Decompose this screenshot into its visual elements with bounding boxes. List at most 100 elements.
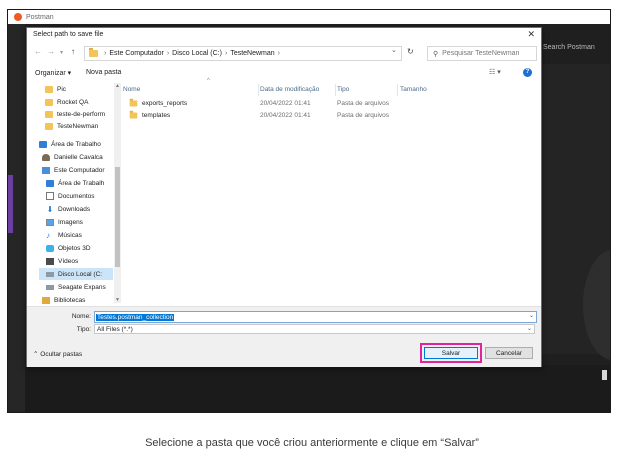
nav-item-label: Vídeos	[58, 257, 79, 265]
nav-item-label: teste-de-perform	[57, 110, 106, 118]
save-button[interactable]: Salvar	[424, 347, 478, 359]
nav-item[interactable]: TesteNewman	[45, 120, 98, 132]
view-options-icon[interactable]: ☷ ▾	[489, 68, 501, 76]
chevron-up-icon: ⌃	[33, 351, 39, 358]
nav-item-selected[interactable]: Disco Local (C:	[39, 268, 113, 280]
music-icon: ♪	[46, 230, 50, 240]
nav-item[interactable]: ♪ Músicas	[46, 229, 82, 241]
desktop-icon	[39, 140, 47, 148]
breadcrumb-item[interactable]: TesteNewman	[230, 50, 274, 57]
folder-icon	[129, 98, 138, 107]
nav-item[interactable]: ⬇ Downloads	[46, 203, 91, 215]
file-list: ^ Nome Data de modificação Tipo Tamanho …	[123, 78, 539, 306]
postman-bottom-panel	[25, 365, 610, 412]
video-icon	[46, 257, 54, 265]
scroll-up-icon[interactable]: ▲	[115, 83, 120, 89]
close-icon[interactable]: ✕	[527, 29, 535, 40]
caption: Selecione a pasta que você criou anterio…	[145, 437, 479, 449]
refresh-icon[interactable]: ↻	[407, 47, 414, 56]
nav-item[interactable]: Danielle Cavalca	[42, 151, 103, 163]
address-row: ← → ▾ ↑ › Este Computador › Disco Local …	[27, 44, 541, 62]
desktop-icon	[46, 179, 54, 187]
scroll-down-icon[interactable]: ▼	[115, 297, 120, 303]
hide-folders-label: Ocultar pastas	[40, 351, 83, 358]
dialog-footer: Nome: Testes.postman_collection ⌄ Tipo: …	[27, 306, 541, 367]
column-header-size[interactable]: Tamanho	[400, 86, 427, 93]
dialog-toolbar: Organizar ▾ Nova pasta ☷ ▾ ?	[27, 66, 541, 80]
column-header-type[interactable]: Tipo	[337, 86, 349, 93]
organize-button[interactable]: Organizar ▾	[35, 69, 71, 77]
nav-item[interactable]: Este Computador	[42, 164, 105, 176]
nav-item[interactable]: Pic	[45, 83, 66, 95]
back-arrow-icon[interactable]: ←	[34, 47, 42, 56]
library-icon	[42, 296, 50, 304]
new-folder-button[interactable]: Nova pasta	[86, 69, 121, 76]
save-file-dialog: Select path to save file ✕ ← → ▾ ↑ › Est…	[26, 27, 542, 367]
nav-item-label: Bibliotecas	[54, 296, 86, 304]
search-input[interactable]: ⚲ Pesquisar TesteNewman	[427, 46, 537, 61]
nav-item-label: Área de Trabalh	[58, 179, 105, 187]
nav-item[interactable]: Seagate Expans	[46, 281, 106, 293]
document-icon	[46, 192, 54, 200]
chevron-down-icon[interactable]: ⌄	[527, 325, 532, 332]
chevron-down-icon[interactable]: ⌄	[391, 46, 397, 54]
nav-item[interactable]: Documentos	[46, 190, 95, 202]
recent-dropdown-icon[interactable]: ▾	[60, 49, 63, 56]
filetype-select[interactable]: All Files (*.*) ⌄	[94, 324, 535, 334]
file-name: exports_reports	[142, 100, 188, 107]
folder-icon	[129, 110, 138, 119]
nav-item-label: Imagens	[58, 218, 83, 226]
filename-input[interactable]: Testes.postman_collection ⌄	[94, 311, 537, 323]
file-date: 20/04/2022 01:41	[260, 100, 311, 107]
hide-folders-toggle[interactable]: ⌃ Ocultar pastas	[33, 350, 82, 358]
search-icon: ⚲	[433, 50, 439, 58]
nav-item[interactable]: Vídeos	[46, 255, 78, 267]
nav-item-label: TesteNewman	[57, 122, 99, 130]
file-name: templates	[142, 112, 171, 119]
help-icon[interactable]: ?	[523, 68, 532, 77]
scrollbar-thumb[interactable]	[115, 167, 120, 267]
nav-item-label: Danielle Cavalca	[54, 153, 103, 161]
column-header-date[interactable]: Data de modificação	[260, 86, 319, 93]
nav-item[interactable]: Objetos 3D	[46, 242, 91, 254]
up-arrow-icon[interactable]: ↑	[71, 47, 75, 56]
navigation-scrollbar[interactable]: ▲ ▼	[114, 83, 121, 303]
column-header-name[interactable]: Nome	[123, 86, 140, 93]
user-icon	[42, 153, 50, 161]
column-divider[interactable]	[258, 84, 259, 96]
file-date: 20/04/2022 01:41	[260, 112, 311, 119]
nav-item[interactable]: teste-de-perform	[45, 108, 105, 120]
nav-item[interactable]: Imagens	[46, 216, 83, 228]
chevron-down-icon[interactable]: ⌄	[529, 312, 534, 319]
column-divider[interactable]	[397, 84, 398, 96]
file-row[interactable]: exports_reports 20/04/2022 01:41 Pasta d…	[123, 98, 423, 110]
breadcrumb-item[interactable]: Este Computador	[109, 50, 163, 57]
address-bar[interactable]: › Este Computador › Disco Local (C:) › T…	[84, 46, 402, 61]
nav-item-label: Downloads	[58, 205, 91, 213]
filetype-label: Tipo:	[76, 326, 91, 333]
nav-item-label: Documentos	[58, 192, 95, 200]
nav-item[interactable]: Rocket QA	[45, 96, 88, 108]
chevron-right-icon: ›	[166, 50, 170, 57]
image-icon	[46, 218, 54, 226]
nav-item-label: Objetos 3D	[58, 244, 91, 252]
nav-item-label: Disco Local (C:	[58, 270, 103, 278]
dialog-title: Select path to save file	[33, 31, 104, 38]
nav-item-label: Seagate Expans	[58, 283, 106, 291]
column-divider[interactable]	[335, 84, 336, 96]
chevron-right-icon: ›	[277, 50, 281, 57]
disk-icon	[46, 271, 54, 277]
nav-item[interactable]: Bibliotecas	[42, 294, 85, 305]
nav-item[interactable]: Área de Trabalho	[39, 138, 101, 150]
nav-item[interactable]: Área de Trabalh	[46, 177, 104, 189]
filename-value: Testes.postman_collection	[96, 313, 175, 321]
postman-scroll-handle[interactable]	[602, 370, 607, 380]
file-row[interactable]: templates 20/04/2022 01:41 Pasta de arqu…	[123, 110, 423, 122]
forward-arrow-icon[interactable]: →	[47, 47, 55, 56]
filename-label: Nome:	[71, 313, 91, 320]
postman-logo-icon	[14, 13, 22, 21]
breadcrumb-item[interactable]: Disco Local (C:)	[172, 50, 222, 57]
download-icon: ⬇	[46, 204, 54, 214]
postman-search[interactable]: Search Postman	[543, 44, 595, 51]
cancel-button[interactable]: Cancelar	[485, 347, 533, 359]
